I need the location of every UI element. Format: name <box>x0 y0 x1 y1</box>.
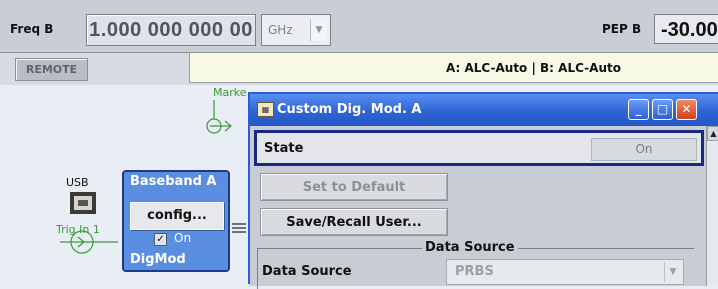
trig-in-label: Trig In 1 <box>56 223 100 236</box>
unit-dropdown[interactable]: GHz ▼ <box>261 14 331 46</box>
data-source-value: PRBS <box>455 264 494 279</box>
window-icon: ▦ <box>257 102 274 117</box>
minimize-button[interactable]: _ <box>628 99 649 120</box>
state-row[interactable]: State On <box>254 130 704 166</box>
usb-label: USB <box>66 176 89 189</box>
alc-status-bar: A: ALC-Auto | B: ALC-Auto <box>189 53 718 83</box>
chevron-down-icon[interactable]: ▼ <box>310 19 327 41</box>
baseband-on-label: On <box>174 231 192 245</box>
marker-connector-icon <box>206 100 232 134</box>
remote-indicator: REMOTE <box>15 58 88 81</box>
pep-field[interactable]: -30.00 <box>654 14 718 44</box>
data-source-label: Data Source <box>262 264 352 279</box>
maximize-button[interactable]: □ <box>652 99 673 120</box>
chevron-down-icon[interactable]: ▼ <box>664 262 681 282</box>
baseband-title: Baseband A <box>130 174 217 189</box>
vertical-scrollbar[interactable]: ▲ <box>706 126 718 286</box>
unit-value: GHz <box>268 23 293 37</box>
dialog-titlebar[interactable]: ▦ Custom Dig. Mod. A _ □ ✕ <box>250 94 718 126</box>
pep-label: PEP B <box>602 22 642 36</box>
config-button[interactable]: config... <box>130 202 224 230</box>
frequency-field[interactable]: 1.000 000 000 00 <box>86 14 256 46</box>
scroll-up-arrow-icon[interactable]: ▲ <box>707 126 718 141</box>
set-to-default-button[interactable]: Set to Default <box>260 173 448 201</box>
freq-label: Freq B <box>10 22 54 36</box>
baseband-mode-label: DigMod <box>130 252 186 267</box>
state-toggle[interactable]: On <box>591 138 697 161</box>
baseband-on-checkbox[interactable]: ✓ <box>154 233 167 246</box>
dialog-title: Custom Dig. Mod. A <box>277 102 422 117</box>
close-button[interactable]: ✕ <box>676 99 697 120</box>
data-source-select[interactable]: PRBS ▼ <box>446 259 684 285</box>
baseband-output-connector-icon <box>232 223 246 233</box>
alc-status-text: A: ALC-Auto | B: ALC-Auto <box>446 61 621 75</box>
data-source-group-title: Data Source <box>422 240 518 255</box>
usb-port-icon <box>70 192 96 214</box>
top-bar: Freq B 1.000 000 000 00 GHz ▼ PEP B -30.… <box>0 0 718 53</box>
custom-dig-mod-dialog: ▦ Custom Dig. Mod. A _ □ ✕ State On Set … <box>248 92 718 289</box>
state-label: State <box>264 141 304 156</box>
save-recall-user-button[interactable]: Save/Recall User... <box>260 208 448 236</box>
baseband-a-block[interactable]: Baseband A config... ✓ On DigMod <box>122 170 230 272</box>
